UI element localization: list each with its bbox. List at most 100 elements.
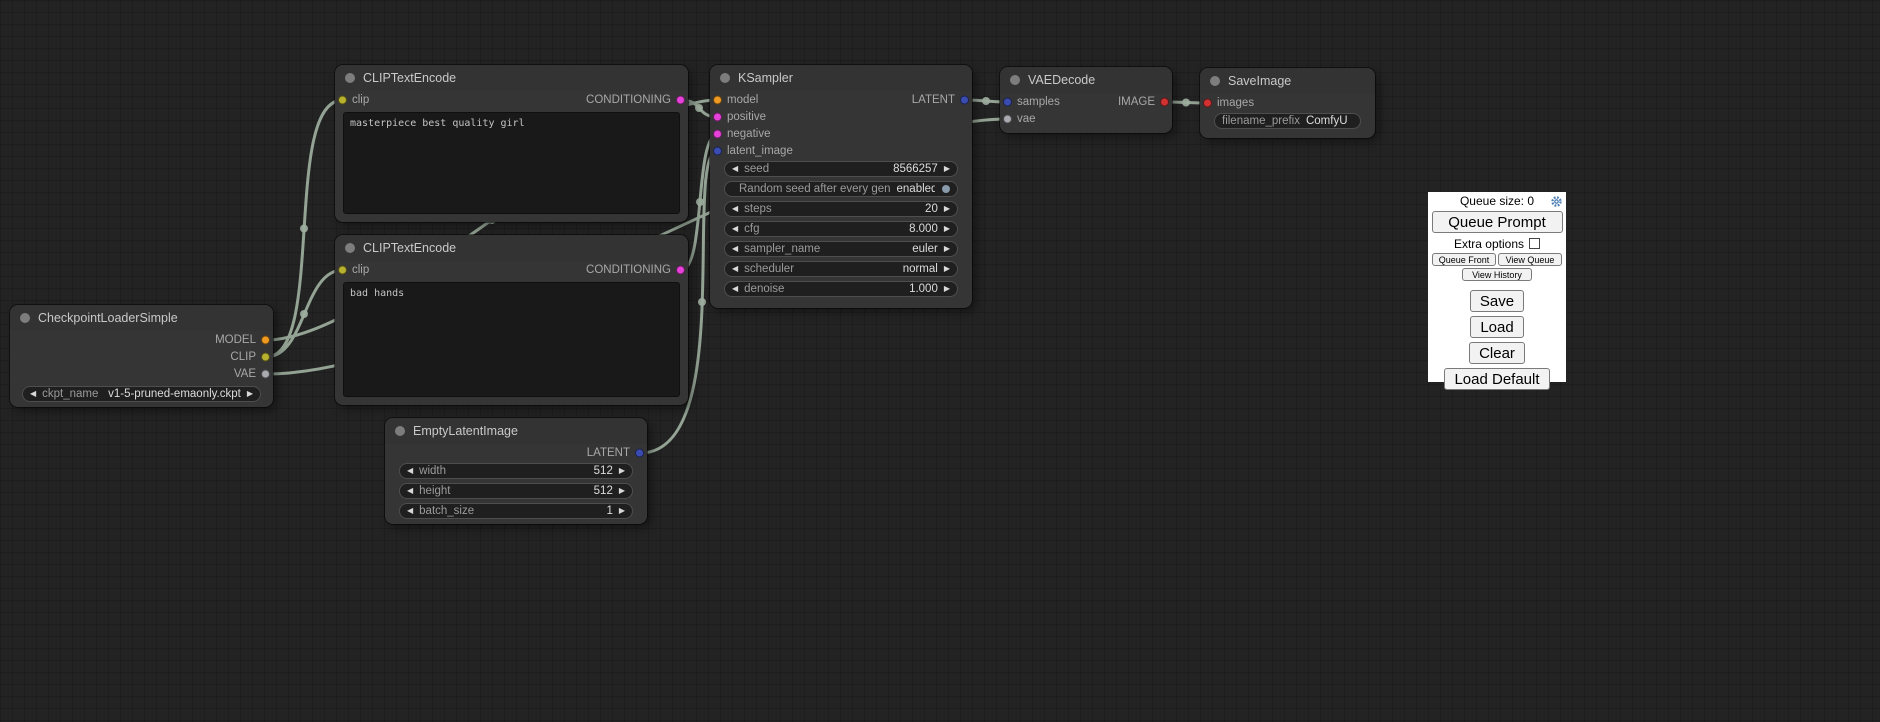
width-widget[interactable]: ◀ width 512 ▶ bbox=[399, 463, 633, 479]
clip-input-slot[interactable] bbox=[338, 265, 347, 274]
increment-arrow-icon[interactable]: ▶ bbox=[944, 265, 950, 273]
node-collapse-dot[interactable] bbox=[20, 313, 30, 323]
node-checkpoint-loader-simple[interactable]: CheckpointLoaderSimple MODEL CLIP VAE ◀ … bbox=[10, 305, 273, 407]
vae-input-slot[interactable] bbox=[1003, 114, 1012, 123]
output-label: CONDITIONING bbox=[586, 264, 671, 276]
increment-arrow-icon[interactable]: ▶ bbox=[944, 245, 950, 253]
images-input-slot[interactable] bbox=[1203, 98, 1212, 107]
filename-prefix-widget[interactable]: filename_prefix ComfyUI bbox=[1214, 113, 1361, 129]
node-title: CLIPTextEncode bbox=[363, 71, 456, 85]
node-ksampler[interactable]: KSampler model LATENT positive negative … bbox=[710, 65, 972, 308]
clear-button[interactable]: Clear bbox=[1469, 342, 1525, 364]
increment-arrow-icon[interactable]: ▶ bbox=[619, 507, 625, 515]
node-title-bar[interactable]: CLIPTextEncode bbox=[335, 235, 688, 261]
increment-arrow-icon[interactable]: ▶ bbox=[619, 487, 625, 495]
conditioning-output-slot[interactable] bbox=[676, 265, 685, 274]
graph-canvas[interactable]: CheckpointLoaderSimple MODEL CLIP VAE ◀ … bbox=[0, 0, 1880, 722]
decrement-arrow-icon[interactable]: ◀ bbox=[30, 390, 36, 398]
widget-value: enabled bbox=[897, 183, 935, 195]
settings-gear-icon[interactable] bbox=[1550, 195, 1563, 211]
node-title-bar[interactable]: CLIPTextEncode bbox=[335, 65, 688, 91]
prompt-textarea[interactable]: bad hands bbox=[343, 282, 680, 397]
latent-image-input-slot[interactable] bbox=[713, 146, 722, 155]
decrement-arrow-icon[interactable]: ◀ bbox=[407, 487, 413, 495]
clip-input-slot[interactable] bbox=[338, 95, 347, 104]
node-clip-text-encode-negative[interactable]: CLIPTextEncode clip CONDITIONING bad han… bbox=[335, 235, 688, 405]
slot-row: clip CONDITIONING bbox=[335, 91, 688, 108]
decrement-arrow-icon[interactable]: ◀ bbox=[732, 165, 738, 173]
widget-value: 20 bbox=[778, 203, 938, 215]
vae-output-slot[interactable] bbox=[261, 369, 270, 378]
node-collapse-dot[interactable] bbox=[1010, 75, 1020, 85]
model-input-slot[interactable] bbox=[713, 95, 722, 104]
node-empty-latent-image[interactable]: EmptyLatentImage LATENT ◀ width 512 ▶ ◀ … bbox=[385, 418, 647, 524]
link-midpoint-dot bbox=[698, 298, 706, 306]
queue-front-button[interactable]: Queue Front bbox=[1432, 253, 1496, 266]
node-title-bar[interactable]: EmptyLatentImage bbox=[385, 418, 647, 444]
node-collapse-dot[interactable] bbox=[345, 73, 355, 83]
positive-input-slot[interactable] bbox=[713, 112, 722, 121]
toggle-on-indicator[interactable] bbox=[942, 185, 950, 193]
extra-options-checkbox[interactable] bbox=[1529, 238, 1540, 249]
conditioning-output-slot[interactable] bbox=[676, 95, 685, 104]
increment-arrow-icon[interactable]: ▶ bbox=[619, 467, 625, 475]
node-collapse-dot[interactable] bbox=[720, 73, 730, 83]
node-collapse-dot[interactable] bbox=[345, 243, 355, 253]
increment-arrow-icon[interactable]: ▶ bbox=[247, 390, 253, 398]
widget-name: width bbox=[419, 465, 446, 477]
node-title-bar[interactable]: VAEDecode bbox=[1000, 67, 1172, 93]
decrement-arrow-icon[interactable]: ◀ bbox=[732, 205, 738, 213]
load-button[interactable]: Load bbox=[1470, 316, 1523, 338]
output-label: IMAGE bbox=[1118, 96, 1155, 108]
denoise-widget[interactable]: ◀ denoise 1.000 ▶ bbox=[724, 281, 958, 297]
load-default-button[interactable]: Load Default bbox=[1444, 368, 1549, 390]
slot-row: LATENT bbox=[385, 444, 647, 461]
node-collapse-dot[interactable] bbox=[395, 426, 405, 436]
prompt-textarea[interactable]: masterpiece best quality girl bbox=[343, 112, 680, 214]
queue-prompt-button[interactable]: Queue Prompt bbox=[1432, 211, 1563, 233]
decrement-arrow-icon[interactable]: ◀ bbox=[732, 225, 738, 233]
clip-output-slot[interactable] bbox=[261, 352, 270, 361]
height-widget[interactable]: ◀ height 512 ▶ bbox=[399, 483, 633, 499]
widget-name: Random seed after every gen bbox=[739, 183, 891, 195]
ckpt-name-combo-widget[interactable]: ◀ ckpt_name v1-5-pruned-emaonly.ckpt ▶ bbox=[22, 386, 261, 402]
slot-row: positive bbox=[710, 108, 972, 125]
decrement-arrow-icon[interactable]: ◀ bbox=[407, 507, 413, 515]
batch-size-widget[interactable]: ◀ batch_size 1 ▶ bbox=[399, 503, 633, 519]
latent-output-slot[interactable] bbox=[635, 448, 644, 457]
increment-arrow-icon[interactable]: ▶ bbox=[944, 285, 950, 293]
view-queue-button[interactable]: View Queue bbox=[1498, 253, 1562, 266]
node-title-bar[interactable]: KSampler bbox=[710, 65, 972, 91]
scheduler-widget[interactable]: ◀ scheduler normal ▶ bbox=[724, 261, 958, 277]
negative-input-slot[interactable] bbox=[713, 129, 722, 138]
samples-input-slot[interactable] bbox=[1003, 97, 1012, 106]
increment-arrow-icon[interactable]: ▶ bbox=[944, 165, 950, 173]
decrement-arrow-icon[interactable]: ◀ bbox=[732, 285, 738, 293]
widget-value: euler bbox=[826, 243, 938, 255]
steps-widget[interactable]: ◀ steps 20 ▶ bbox=[724, 201, 958, 217]
decrement-arrow-icon[interactable]: ◀ bbox=[732, 245, 738, 253]
view-history-button[interactable]: View History bbox=[1462, 268, 1532, 281]
increment-arrow-icon[interactable]: ▶ bbox=[944, 205, 950, 213]
node-save-image[interactable]: SaveImage images filename_prefix ComfyUI bbox=[1200, 68, 1375, 138]
sampler-name-widget[interactable]: ◀ sampler_name euler ▶ bbox=[724, 241, 958, 257]
node-title-bar[interactable]: CheckpointLoaderSimple bbox=[10, 305, 273, 331]
widget-value: 1 bbox=[480, 505, 613, 517]
seed-widget[interactable]: ◀ seed 8566257 ▶ bbox=[724, 161, 958, 177]
node-clip-text-encode-positive[interactable]: CLIPTextEncode clip CONDITIONING masterp… bbox=[335, 65, 688, 222]
node-collapse-dot[interactable] bbox=[1210, 76, 1220, 86]
node-title-bar[interactable]: SaveImage bbox=[1200, 68, 1375, 94]
decrement-arrow-icon[interactable]: ◀ bbox=[407, 467, 413, 475]
increment-arrow-icon[interactable]: ▶ bbox=[944, 225, 950, 233]
slot-row: MODEL bbox=[10, 331, 273, 348]
decrement-arrow-icon[interactable]: ◀ bbox=[732, 265, 738, 273]
save-button[interactable]: Save bbox=[1470, 290, 1524, 312]
random-seed-toggle-widget[interactable]: Random seed after every gen enabled bbox=[724, 181, 958, 197]
output-label: LATENT bbox=[587, 447, 630, 459]
input-label: images bbox=[1217, 97, 1254, 109]
image-output-slot[interactable] bbox=[1160, 97, 1169, 106]
node-vae-decode[interactable]: VAEDecode samples IMAGE vae bbox=[1000, 67, 1172, 133]
latent-output-slot[interactable] bbox=[960, 95, 969, 104]
cfg-widget[interactable]: ◀ cfg 8.000 ▶ bbox=[724, 221, 958, 237]
model-output-slot[interactable] bbox=[261, 335, 270, 344]
